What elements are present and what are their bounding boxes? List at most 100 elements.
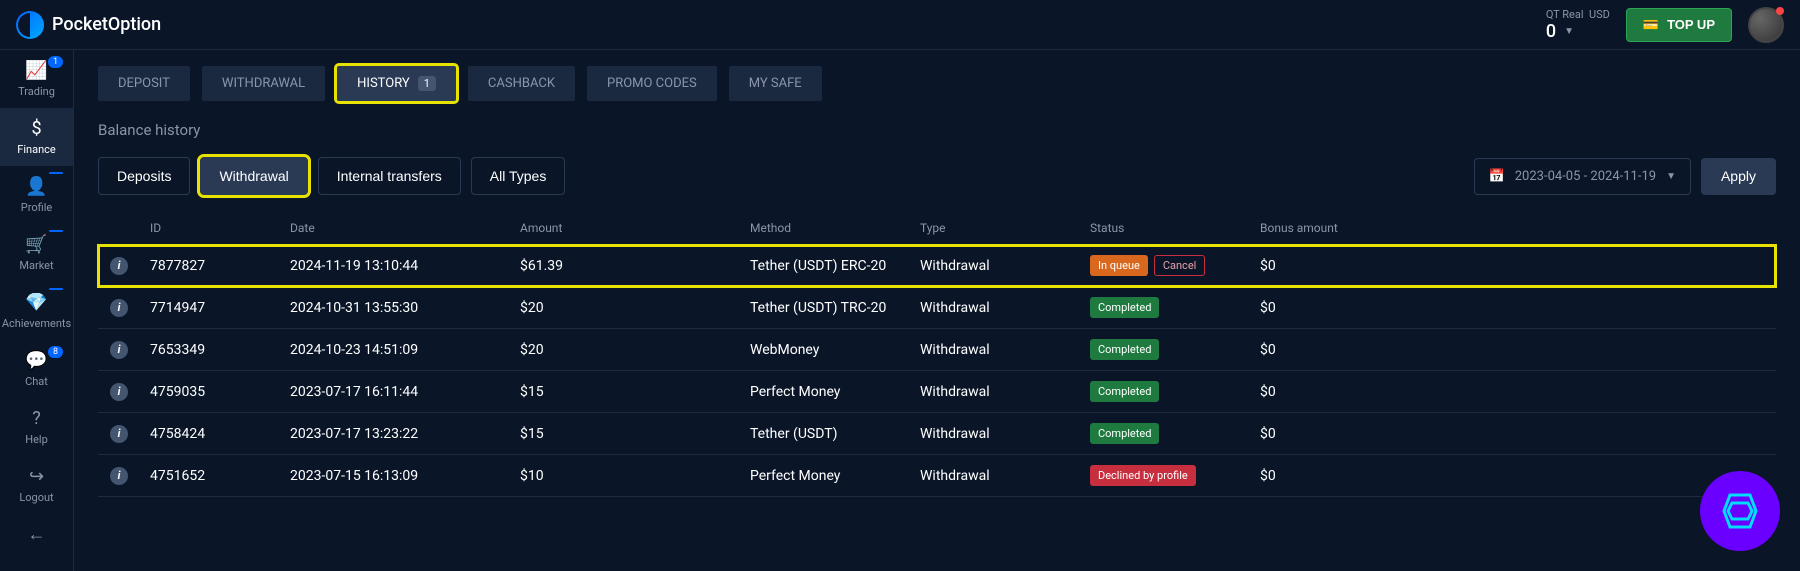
sidebar-item-achievements[interactable]: 💎Achievements: [0, 282, 73, 340]
cell-status: Completed: [1090, 381, 1260, 402]
tab-deposit[interactable]: DEPOSIT: [98, 66, 190, 101]
cell-status: Completed: [1090, 297, 1260, 318]
info-icon[interactable]: i: [110, 257, 128, 275]
filter-deposits[interactable]: Deposits: [98, 157, 190, 195]
tab-label: DEPOSIT: [118, 76, 170, 91]
sidebar-badge: [49, 172, 63, 174]
topup-button[interactable]: 💳 TOP UP: [1626, 8, 1732, 42]
cell-id: 7653349: [150, 342, 290, 358]
cell-id: 4751652: [150, 468, 290, 484]
cell-id: 7714947: [150, 300, 290, 316]
sidebar-label: Chat: [25, 375, 48, 388]
section-title: Balance history: [98, 121, 1776, 139]
tab-label: CASHBACK: [488, 76, 555, 91]
table-row: i78778272024-11-19 13:10:44$61.39Tether …: [98, 245, 1776, 287]
column-info: [110, 221, 150, 235]
balance-info[interactable]: QT Real USD 0 ▼: [1546, 8, 1610, 42]
floating-logo[interactable]: [1700, 471, 1780, 551]
column-date: Date: [290, 221, 520, 235]
filter-internal-transfers[interactable]: Internal transfers: [318, 157, 461, 195]
sidebar-item-collapse[interactable]: ←: [0, 514, 73, 559]
Finance-icon: $: [31, 118, 41, 139]
apply-button[interactable]: Apply: [1701, 158, 1776, 195]
sidebar-item-logout[interactable]: ↪Logout: [0, 456, 73, 514]
Market-icon: 🛒: [25, 234, 47, 255]
cell-date: 2023-07-17 13:23:22: [290, 426, 520, 442]
table-header: IDDateAmountMethodTypeStatusBonus amount: [98, 211, 1776, 245]
cell-bonus: $0: [1260, 258, 1400, 274]
tab-withdrawal[interactable]: WITHDRAWAL: [202, 66, 325, 101]
cell-id: 7877827: [150, 258, 290, 274]
date-range-picker[interactable]: 📅 2023-04-05 - 2024-11-19 ▼: [1474, 158, 1691, 195]
tab-badge: 1: [418, 76, 436, 91]
cell-amount: $20: [520, 342, 750, 358]
sidebar-item-trading[interactable]: 📈Trading1: [0, 50, 73, 108]
info-icon[interactable]: i: [110, 425, 128, 443]
cell-bonus: $0: [1260, 342, 1400, 358]
brand-logo[interactable]: PocketOption: [16, 11, 161, 39]
avatar[interactable]: [1748, 7, 1784, 43]
column-id: ID: [150, 221, 290, 235]
sidebar-badge: [49, 288, 63, 290]
cell-method: Tether (USDT) TRC-20: [750, 300, 920, 316]
date-apply-group: 📅 2023-04-05 - 2024-11-19 ▼ Apply: [1474, 158, 1776, 195]
cell-date: 2023-07-17 16:11:44: [290, 384, 520, 400]
sidebar-label: Help: [25, 433, 48, 446]
sidebar-item-chat[interactable]: 💬Chat8: [0, 340, 73, 398]
info-icon[interactable]: i: [110, 299, 128, 317]
sidebar-item-profile[interactable]: 👤Profile: [0, 166, 73, 224]
currency: USD: [1589, 8, 1610, 21]
wallet-icon: 💳: [1643, 17, 1659, 33]
status-badge: Completed: [1090, 381, 1159, 402]
topup-label: TOP UP: [1667, 17, 1715, 32]
info-icon[interactable]: i: [110, 467, 128, 485]
cell-bonus: $0: [1260, 384, 1400, 400]
chevron-down-icon[interactable]: ▼: [1564, 26, 1574, 37]
column-type: Type: [920, 221, 1090, 235]
main-tabs: DEPOSIT WITHDRAWAL HISTORY 1 CASHBACK PROMO C…: [98, 66, 1776, 101]
arrow-icon: ←: [28, 524, 46, 545]
filter-all-types[interactable]: All Types: [471, 157, 566, 195]
filter-withdrawal[interactable]: Withdrawal: [200, 157, 307, 195]
hex-icon: [1718, 489, 1762, 533]
cell-bonus: $0: [1260, 300, 1400, 316]
filter-row: Deposits Withdrawal Internal transfers All …: [98, 157, 1776, 195]
transactions-table: IDDateAmountMethodTypeStatusBonus amount…: [98, 211, 1776, 497]
notification-dot: [1776, 7, 1784, 15]
sidebar-label: Logout: [19, 491, 53, 504]
Profile-icon: 👤: [25, 176, 47, 197]
tab-promo-codes[interactable]: PROMO CODES: [587, 66, 717, 101]
sidebar-item-finance[interactable]: $Finance: [0, 108, 73, 166]
main-content: DEPOSIT WITHDRAWAL HISTORY 1 CASHBACK PROMO C…: [74, 50, 1800, 571]
cell-type: Withdrawal: [920, 384, 1090, 400]
sidebar-badge: 1: [48, 56, 63, 68]
cancel-button[interactable]: Cancel: [1154, 255, 1205, 276]
cell-type: Withdrawal: [920, 426, 1090, 442]
chevron-down-icon: ▼: [1666, 171, 1676, 182]
table-row: i47590352023-07-17 16:11:44$15Perfect Mo…: [98, 371, 1776, 413]
cell-status: Completed: [1090, 339, 1260, 360]
sidebar-item-help[interactable]: ?Help: [0, 398, 73, 456]
tab-label: MY SAFE: [749, 76, 802, 91]
info-icon[interactable]: i: [110, 383, 128, 401]
tab-label: HISTORY: [357, 76, 410, 91]
status-badge: Completed: [1090, 339, 1159, 360]
sidebar-item-market[interactable]: 🛒Market: [0, 224, 73, 282]
column-method: Method: [750, 221, 920, 235]
header-right: QT Real USD 0 ▼ 💳 TOP UP: [1546, 7, 1784, 43]
tab-history[interactable]: HISTORY 1: [337, 66, 456, 101]
cell-method: Perfect Money: [750, 384, 920, 400]
tab-cashback[interactable]: CASHBACK: [468, 66, 575, 101]
info-icon[interactable]: i: [110, 341, 128, 359]
cell-amount: $10: [520, 468, 750, 484]
cell-type: Withdrawal: [920, 342, 1090, 358]
table-row: i47584242023-07-17 13:23:22$15Tether (US…: [98, 413, 1776, 455]
cell-amount: $15: [520, 384, 750, 400]
cell-status: Declined by profile: [1090, 465, 1260, 486]
tab-my-safe[interactable]: MY SAFE: [729, 66, 822, 101]
Achievements-icon: 💎: [25, 292, 47, 313]
status-badge: Completed: [1090, 423, 1159, 444]
cell-date: 2024-10-23 14:51:09: [290, 342, 520, 358]
cell-status: In queueCancel: [1090, 255, 1260, 276]
cell-amount: $20: [520, 300, 750, 316]
